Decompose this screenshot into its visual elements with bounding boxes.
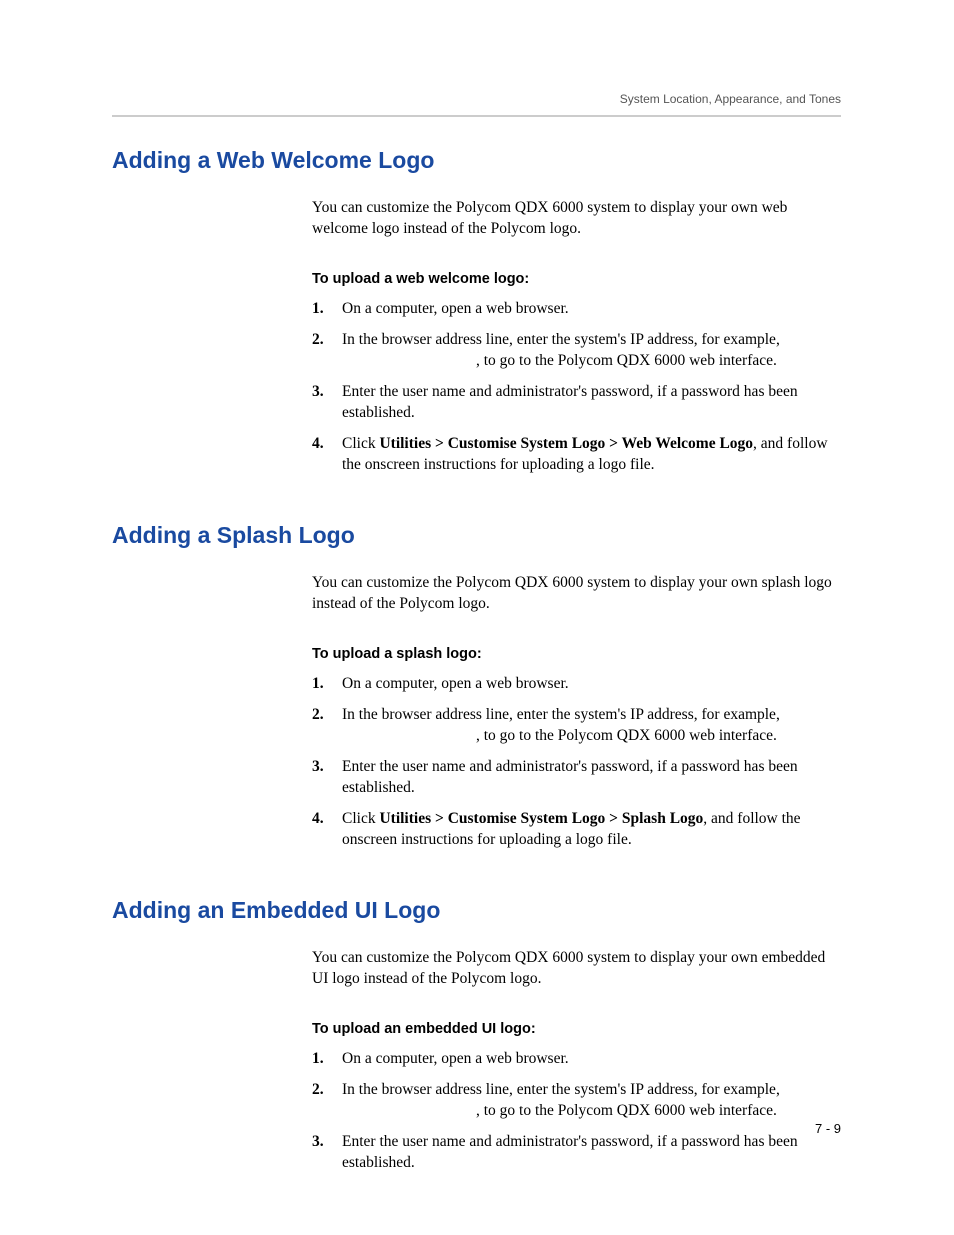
item-number: 1. — [312, 674, 324, 695]
section-embedded-ui-logo: Adding an Embedded UI Logo You can custo… — [112, 895, 841, 1174]
list-item: 4. Click Utilities > Customise System Log… — [312, 809, 841, 851]
item-text: In the browser address line, enter the s… — [342, 1081, 780, 1098]
item-text: Click — [342, 435, 379, 452]
section-body: You can customize the Polycom QDX 6000 s… — [312, 573, 841, 851]
item-text: In the browser address line, enter the s… — [342, 706, 780, 723]
list-item: 1. On a computer, open a web browser. — [312, 1049, 841, 1070]
list-item: 1. On a computer, open a web browser. — [312, 674, 841, 695]
list-item: 1. On a computer, open a web browser. — [312, 299, 841, 320]
section-body: You can customize the Polycom QDX 6000 s… — [312, 948, 841, 1174]
section-heading: Adding an Embedded UI Logo — [112, 895, 841, 926]
item-number: 3. — [312, 757, 324, 778]
item-number: 4. — [312, 809, 324, 830]
item-text: , to go to the Polycom QDX 6000 web inte… — [476, 352, 777, 369]
item-number: 4. — [312, 434, 324, 455]
section-heading: Adding a Splash Logo — [112, 520, 841, 551]
item-number: 1. — [312, 299, 324, 320]
section-heading: Adding a Web Welcome Logo — [112, 145, 841, 176]
item-text: , to go to the Polycom QDX 6000 web inte… — [476, 1102, 777, 1119]
procedure-heading: To upload a web welcome logo: — [312, 270, 841, 290]
list-item: 2. In the browser address line, enter the… — [312, 330, 841, 372]
item-number: 1. — [312, 1049, 324, 1070]
menu-path: Utilities > Customise System Logo > Spla… — [379, 810, 703, 827]
item-number: 2. — [312, 330, 324, 351]
procedure-heading: To upload a splash logo: — [312, 645, 841, 665]
item-number: 2. — [312, 1080, 324, 1101]
intro-paragraph: You can customize the Polycom QDX 6000 s… — [312, 198, 841, 240]
list-item: 2. In the browser address line, enter the… — [312, 1080, 841, 1122]
list-item: 2. In the browser address line, enter the… — [312, 705, 841, 747]
running-header: System Location, Appearance, and Tones — [112, 91, 841, 117]
intro-paragraph: You can customize the Polycom QDX 6000 s… — [312, 573, 841, 615]
list-item: 3. Enter the user name and administrator'… — [312, 757, 841, 799]
procedure-list: 1. On a computer, open a web browser. 2. I… — [312, 299, 841, 475]
intro-paragraph: You can customize the Polycom QDX 6000 s… — [312, 948, 841, 990]
list-item: 4. Click Utilities > Customise System Log… — [312, 434, 841, 476]
section-splash-logo: Adding a Splash Logo You can customize t… — [112, 520, 841, 851]
item-number: 2. — [312, 705, 324, 726]
procedure-list: 1. On a computer, open a web browser. 2. I… — [312, 1049, 841, 1174]
page-content: Adding a Web Welcome Logo You can custom… — [112, 145, 841, 1218]
item-text: Enter the user name and administrator's … — [342, 758, 798, 796]
page-header: System Location, Appearance, and Tones — [112, 91, 841, 117]
item-number: 3. — [312, 1132, 324, 1153]
item-text: Enter the user name and administrator's … — [342, 1133, 798, 1171]
list-item: 3. Enter the user name and administrator'… — [312, 1132, 841, 1174]
item-text: , to go to the Polycom QDX 6000 web inte… — [476, 727, 777, 744]
item-text: Click — [342, 810, 379, 827]
item-text: On a computer, open a web browser. — [342, 1050, 569, 1067]
procedure-list: 1. On a computer, open a web browser. 2. I… — [312, 674, 841, 850]
item-text: Enter the user name and administrator's … — [342, 383, 798, 421]
section-body: You can customize the Polycom QDX 6000 s… — [312, 198, 841, 476]
list-item: 3. Enter the user name and administrator'… — [312, 382, 841, 424]
item-number: 3. — [312, 382, 324, 403]
menu-path: Utilities > Customise System Logo > Web … — [379, 435, 753, 452]
item-text: On a computer, open a web browser. — [342, 300, 569, 317]
procedure-heading: To upload an embedded UI logo: — [312, 1020, 841, 1040]
item-text: On a computer, open a web browser. — [342, 675, 569, 692]
section-web-welcome-logo: Adding a Web Welcome Logo You can custom… — [112, 145, 841, 476]
page-number: 7 - 9 — [815, 1120, 841, 1138]
item-text: In the browser address line, enter the s… — [342, 331, 780, 348]
